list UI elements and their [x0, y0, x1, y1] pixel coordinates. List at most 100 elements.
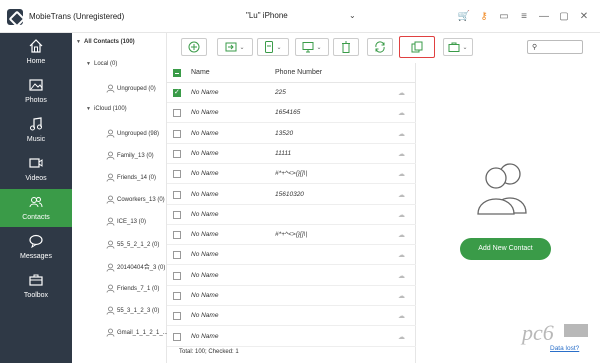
sidebar-item-toolbox[interactable]: Toolbox	[0, 267, 72, 305]
tree-item-local[interactable]: ▼ Local (0)	[86, 61, 117, 67]
close-button[interactable]: ✕	[578, 10, 590, 22]
tree-item-group[interactable]: Family_13 (0)	[106, 151, 154, 160]
table-row[interactable]: No Name 1654165 ☁	[167, 103, 416, 124]
contact-phone: 13520	[275, 129, 294, 137]
table-row[interactable]: No Name ☁	[167, 306, 416, 327]
data-lost-link[interactable]: Data lost?	[550, 345, 579, 352]
toolbar: ⌄ ⌄ ⌄ ⌄ ⚲	[167, 33, 600, 63]
tree-item-icloud[interactable]: ▼ iCloud (100)	[86, 106, 127, 112]
table-row[interactable]: No Name 225 ☁	[167, 83, 416, 103]
chevron-down-icon[interactable]: ⌄	[349, 11, 356, 20]
table-row[interactable]: No Name #*+^<>{}[]\| ☁	[167, 225, 416, 246]
tree-item-group[interactable]: Friends_7_1 (0)	[106, 284, 159, 293]
tree-item-group[interactable]: Friends_14 (0)	[106, 173, 156, 182]
contact-group-tree: ▼ All Contacts (100) ▼ Local (0) Ungrouped…	[72, 33, 177, 363]
messages-icon	[29, 234, 43, 248]
table-row[interactable]: No Name #*+^<>{}[]\| ☁	[167, 164, 416, 185]
sidebar-item-videos[interactable]: Videos	[0, 150, 72, 188]
person-icon	[106, 195, 115, 204]
tree-item-group[interactable]: 20140404合_3 (0)	[106, 262, 165, 272]
contact-name: No Name	[191, 89, 219, 96]
tree-item-group[interactable]: 55_5_2_1_2 (0)	[106, 240, 159, 249]
import-button[interactable]: ⌄	[217, 38, 253, 56]
sidebar-item-contacts[interactable]: Contacts	[0, 189, 72, 227]
key-icon[interactable]: ⚷	[478, 10, 490, 22]
row-checkbox[interactable]	[173, 88, 181, 97]
contact-name: No Name	[191, 292, 219, 299]
table-row[interactable]: No Name ☁	[167, 266, 416, 286]
more-tools-button[interactable]: ⌄	[443, 38, 473, 56]
row-checkbox[interactable]	[173, 129, 181, 138]
table-row[interactable]: No Name ☁	[167, 286, 416, 306]
duplicate-button[interactable]	[399, 36, 435, 58]
row-checkbox[interactable]	[173, 271, 181, 280]
music-icon	[30, 117, 42, 131]
add-contact-button[interactable]	[181, 38, 207, 56]
table-row[interactable]: No Name 15610320 ☁	[167, 185, 416, 205]
contact-name: No Name	[191, 271, 219, 279]
column-header-name[interactable]: Name	[191, 69, 210, 76]
contact-name: No Name	[191, 251, 219, 259]
row-checkbox[interactable]	[173, 170, 181, 179]
table-row[interactable]: No Name 13520 ☁	[167, 124, 416, 144]
menu-icon[interactable]: ≡	[518, 10, 530, 22]
row-checkbox[interactable]	[173, 312, 181, 321]
tree-item-all-contacts[interactable]: ▼ All Contacts (100)	[76, 39, 135, 45]
tree-item-group[interactable]: 55_3_1_2_3 (0)	[106, 306, 159, 315]
cloud-icon: ☁	[398, 293, 405, 300]
column-header-phone[interactable]: Phone Number	[275, 69, 322, 76]
row-checkbox[interactable]	[173, 109, 181, 118]
table-row[interactable]: No Name ☁	[167, 205, 416, 225]
delete-button[interactable]	[333, 38, 359, 56]
cart-icon[interactable]: 🛒	[458, 10, 470, 22]
export-to-device-button[interactable]: ⌄	[257, 38, 289, 56]
table-row[interactable]: No Name ☁	[167, 245, 416, 266]
sidebar-item-music[interactable]: Music	[0, 111, 72, 149]
row-checkbox[interactable]	[173, 190, 181, 199]
sidebar-item-messages[interactable]: Messages	[0, 228, 72, 266]
person-icon	[106, 217, 115, 226]
sidebar-item-photos[interactable]: Photos	[0, 72, 72, 110]
home-icon	[29, 39, 43, 53]
contact-name: No Name	[191, 312, 219, 320]
person-icon	[106, 84, 115, 93]
sidebar-item-home[interactable]: Home	[0, 33, 72, 71]
toolbox-icon	[29, 274, 43, 286]
person-icon	[106, 306, 115, 315]
add-new-contact-button[interactable]: Add New Contact	[460, 238, 551, 260]
svg-text:pc6: pc6	[520, 320, 554, 345]
tree-item-group[interactable]: ICE_13 (0)	[106, 217, 146, 226]
row-checkbox[interactable]	[173, 210, 181, 219]
status-bar: Total: 100; Checked: 1	[179, 349, 239, 355]
row-checkbox[interactable]	[173, 231, 181, 240]
photos-icon	[29, 79, 43, 91]
briefcase-icon	[448, 42, 460, 52]
select-all-checkbox[interactable]	[173, 69, 181, 77]
trash-icon	[342, 41, 350, 53]
row-checkbox[interactable]	[173, 149, 181, 158]
maximize-button[interactable]: ▢	[558, 10, 570, 22]
person-icon	[106, 284, 115, 293]
feedback-icon[interactable]: ▭	[498, 10, 510, 22]
contact-name: No Name	[191, 109, 219, 117]
contact-name: No Name	[191, 332, 219, 340]
row-checkbox[interactable]	[173, 292, 181, 300]
minimize-button[interactable]: —	[538, 10, 550, 22]
search-input[interactable]: ⚲	[527, 40, 583, 54]
device-selector[interactable]: "Lu" iPhone	[240, 11, 288, 20]
table-row[interactable]: No Name 11111 ☁	[167, 144, 416, 164]
person-icon	[106, 151, 115, 160]
sidebar-item-label: Photos	[25, 97, 47, 104]
tree-item-local-ungrouped[interactable]: Ungrouped (0)	[106, 84, 156, 93]
person-icon	[106, 240, 115, 249]
export-to-pc-button[interactable]: ⌄	[295, 38, 329, 56]
contact-name: No Name	[191, 231, 219, 239]
contact-table: Name Phone Number No Name 225 ☁ No Name 1654…	[167, 63, 416, 363]
row-checkbox[interactable]	[173, 332, 181, 341]
row-checkbox[interactable]	[173, 251, 181, 260]
tree-item-group[interactable]: Ungrouped (98)	[106, 129, 159, 138]
refresh-button[interactable]	[367, 38, 393, 56]
contact-name: No Name	[191, 170, 219, 178]
person-icon	[106, 129, 115, 138]
tree-item-group[interactable]: Coworkers_13 (0)	[106, 195, 165, 204]
